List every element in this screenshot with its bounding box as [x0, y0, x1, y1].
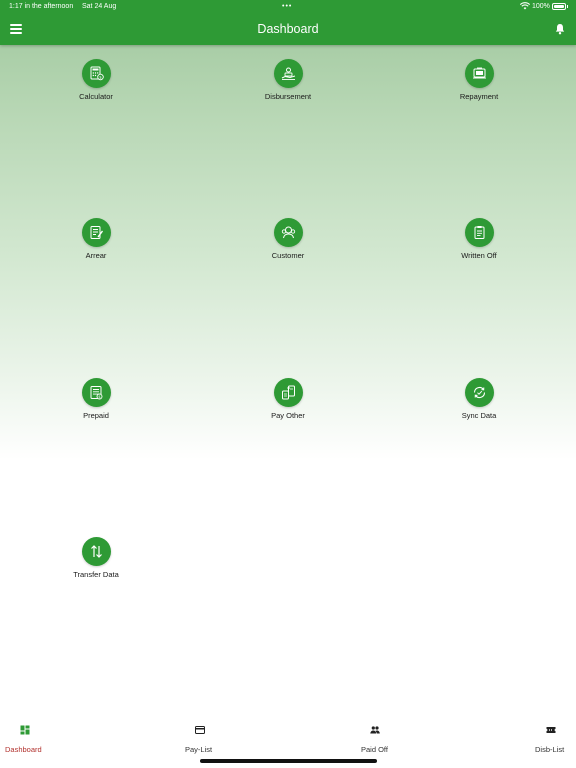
- tile-label: Arrear: [85, 251, 107, 260]
- nav-label: Dashboard: [5, 745, 42, 754]
- multitasking-dots[interactable]: •••: [282, 3, 292, 10]
- status-time: 1:17 in the afternoon: [9, 3, 74, 10]
- tile-customer[interactable]: Customer: [228, 218, 348, 268]
- svg-text:$: $: [98, 395, 100, 399]
- tile-prepaid[interactable]: $ Prepaid: [36, 378, 156, 428]
- nav-label: Pay-List: [185, 745, 213, 754]
- sync-icon: [464, 378, 494, 407]
- tile-label: Customer: [271, 251, 305, 260]
- tile-sync-data[interactable]: Sync Data: [419, 378, 539, 428]
- people-icon: [370, 726, 380, 734]
- app-header: 1:17 in the afternoon Sat 24 Aug ••• 100…: [0, 0, 576, 45]
- tile-label: Written Off: [461, 251, 497, 260]
- tile-transfer-data[interactable]: Transfer Data: [36, 537, 156, 587]
- nav-item-paid-off[interactable]: Paid Off: [356, 724, 396, 754]
- arrear-icon: [81, 218, 111, 247]
- written-off-icon: [464, 218, 494, 247]
- tile-pay-other[interactable]: Pay Other: [228, 378, 348, 428]
- disbursement-icon: [273, 59, 303, 88]
- calculator-icon: $: [81, 59, 111, 88]
- pay-other-icon: [273, 378, 303, 407]
- page-title: Dashboard: [257, 22, 319, 36]
- tile-label: Sync Data: [461, 411, 497, 420]
- nav-label: Disb-List: [535, 745, 565, 754]
- tile-label: Repayment: [459, 92, 499, 101]
- ticket-icon: [546, 727, 556, 733]
- transfer-icon: [81, 537, 111, 566]
- nav-item-disb-list[interactable]: Disb-List: [530, 724, 574, 754]
- tile-label: Transfer Data: [73, 570, 119, 579]
- nav-item-dashboard[interactable]: Dashboard: [0, 724, 50, 754]
- repayment-icon: [464, 59, 494, 88]
- tile-label: Prepaid: [83, 411, 109, 420]
- dashboard-icon: [20, 725, 30, 735]
- prepaid-icon: $: [81, 378, 111, 407]
- tile-label: Disbursement: [264, 92, 312, 101]
- tile-arrear[interactable]: Arrear: [36, 218, 156, 268]
- customer-icon: [273, 218, 303, 247]
- bell-icon[interactable]: [554, 23, 566, 35]
- nav-label: Paid Off: [361, 745, 388, 754]
- nav-item-pay-list[interactable]: Pay-List: [180, 724, 222, 754]
- wifi-icon: [520, 2, 530, 10]
- card-icon: [195, 726, 205, 734]
- tile-repayment[interactable]: Repayment: [419, 59, 539, 109]
- tile-written-off[interactable]: Written Off: [419, 218, 539, 268]
- tile-label: Pay Other: [271, 411, 305, 420]
- status-date: Sat 24 Aug: [82, 3, 117, 10]
- tile-disbursement[interactable]: Disbursement: [228, 59, 348, 109]
- dashboard-screen: 1:17 in the afternoon Sat 24 Aug ••• 100…: [0, 0, 576, 768]
- battery-icon: [552, 3, 568, 10]
- battery-percent: 100%: [532, 3, 550, 10]
- tile-calculator[interactable]: $ Calculator: [36, 59, 156, 109]
- home-indicator[interactable]: [200, 759, 377, 763]
- tile-label: Calculator: [79, 92, 113, 101]
